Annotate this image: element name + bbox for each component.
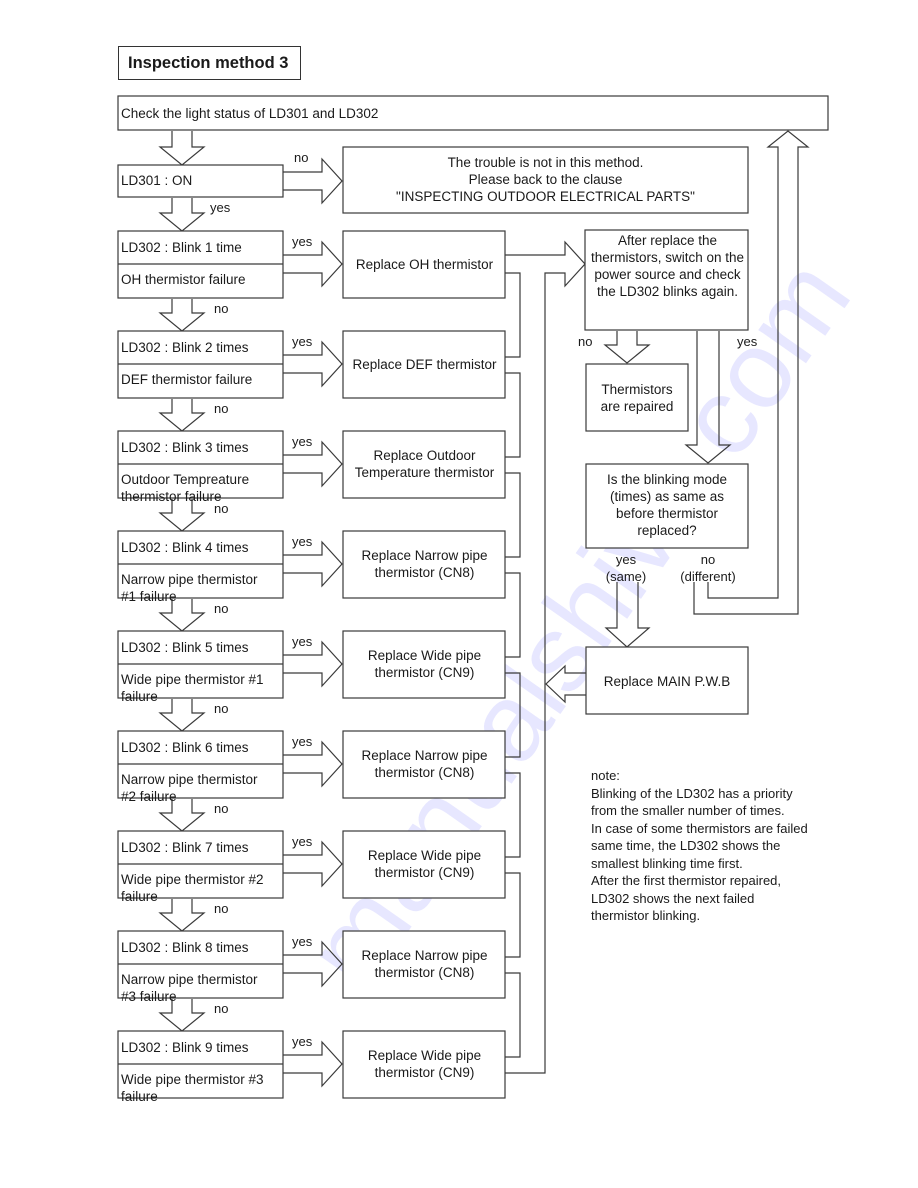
step-condition: LD302 : Blink 5 times — [121, 640, 249, 655]
step-failure: OH thermistor failure — [121, 272, 246, 287]
down-arrow-icon — [158, 198, 206, 232]
step-condition: LD302 : Blink 2 times — [121, 340, 249, 355]
step-yes-label: yes — [292, 934, 313, 949]
note-line: Blinking of the LD302 has a priority — [591, 785, 793, 801]
step-no-label: no — [214, 701, 229, 716]
step-failure: Wide pipe thermistor #1 failure — [121, 672, 264, 704]
chain-connector — [505, 972, 521, 1058]
step-yes-label: yes — [292, 334, 313, 349]
right-arrow-icon — [283, 157, 343, 205]
no-arrow-icon — [158, 399, 206, 432]
note-line: thermistor blinking. — [591, 908, 701, 923]
step-action: Replace Wide pipe thermistor (CN9) — [367, 1048, 482, 1080]
step-action: Replace Narrow pipe thermistor (CN8) — [361, 948, 488, 980]
step-yes-label: yes — [292, 1034, 313, 1049]
step-yes-label: yes — [292, 834, 313, 849]
step-condition: LD302 : Blink 3 times — [121, 440, 249, 455]
step-condition: LD302 : Blink 8 times — [121, 940, 249, 955]
step-condition: LD302 : Blink 6 times — [121, 740, 249, 755]
replace-main-box-text: Replace MAIN P.W.B — [603, 674, 731, 689]
step-yes-label: yes — [292, 434, 313, 449]
step-condition: LD302 : Blink 1 time — [121, 240, 242, 255]
step-failure: Wide pipe thermistor #2 failure — [121, 872, 264, 904]
note-line: In case of some thermistors are failed — [591, 820, 808, 836]
step-condition: LD302 : Blink 9 times — [121, 1040, 249, 1055]
note-text: note: Blinking of the LD302 has a priorit… — [591, 767, 836, 925]
step-yes-label: yes — [292, 234, 313, 249]
step-condition: LD302 : Blink 4 times — [121, 540, 249, 555]
step-failure: Narrow pipe thermistor #1 failure — [121, 572, 258, 604]
step-no-label: no — [214, 501, 229, 516]
chain-connector — [505, 572, 521, 658]
step-no-label: no — [214, 301, 229, 316]
step-no-label: no — [214, 901, 229, 916]
after-replace-box-text: After replace the thermistors, switch on… — [590, 233, 745, 299]
same-arrow-icon — [604, 582, 651, 648]
flowchart-page: manualshive.com Inspection method 3 Chec… — [0, 0, 918, 1188]
chain-connector — [505, 872, 521, 958]
step-action: Replace Wide pipe thermistor (CN9) — [367, 648, 482, 680]
no-arrow-icon — [158, 299, 206, 332]
step-action: Replace DEF thermistor — [352, 357, 497, 372]
start-box-text: Check the light status of LD301 and LD30… — [121, 106, 379, 121]
not-in-method-box-text: The trouble is not in this method. Pleas… — [396, 155, 695, 204]
step-failure: Outdoor Tempreature thermistor failure — [121, 472, 250, 504]
no-arrow-icon — [603, 331, 651, 364]
step-failure: DEF thermistor failure — [121, 372, 253, 387]
ld301-yes-label: yes — [210, 200, 231, 215]
step-condition: LD302 : Blink 7 times — [121, 840, 249, 855]
note-line: same time, the LD302 shows the — [591, 838, 781, 853]
note-line: After the first thermistor repaired, — [591, 873, 782, 888]
step-yes-label: yes — [292, 634, 313, 649]
step-no-label: no — [214, 401, 229, 416]
step-no-label: no — [214, 801, 229, 816]
note-line: from the smaller number of times. — [591, 803, 785, 818]
step-action: Replace Wide pipe thermistor (CN9) — [367, 848, 482, 880]
question-yes-label: yes (same) — [605, 552, 647, 584]
question-no-label: no (different) — [680, 552, 736, 584]
step-no-label: no — [214, 1001, 229, 1016]
ld301-condition: LD301 : ON — [121, 173, 193, 188]
after-yes-label: yes — [737, 334, 758, 349]
note-line: LD302 shows the next failed — [591, 890, 755, 906]
step-action: Replace Narrow pipe thermistor (CN8) — [361, 548, 488, 580]
question-box-text: Is the blinking mode (times) as same as … — [606, 472, 728, 538]
step-action: Replace Outdoor Temperature thermistor — [354, 448, 495, 480]
ld301-no-label: no — [294, 150, 309, 165]
step-yes-label: yes — [292, 534, 313, 549]
step-failure: Wide pipe thermistor #3 failure — [121, 1072, 264, 1104]
step-no-label: no — [214, 601, 229, 616]
after-no-label: no — [578, 334, 593, 349]
chain-connector — [505, 472, 521, 558]
yes-arrow-icon — [684, 331, 732, 464]
step-action: Replace OH thermistor — [355, 257, 494, 272]
step-failure: Narrow pipe thermistor #3 failure — [121, 972, 258, 1004]
step-yes-label: yes — [292, 734, 313, 749]
repaired-box-text: Thermistors are repaired — [600, 382, 674, 414]
page-title: Inspection method 3 — [118, 46, 301, 80]
left-arrow-icon — [545, 664, 586, 704]
chain-connector — [505, 272, 521, 358]
note-line: smallest blinking time first. — [591, 855, 743, 871]
down-arrow-icon — [158, 131, 206, 166]
chain-connector — [505, 672, 521, 758]
chain-connector — [505, 372, 521, 458]
note-heading: note: — [591, 768, 620, 783]
step-action: Replace Narrow pipe thermistor (CN8) — [361, 748, 488, 780]
step-failure: Narrow pipe thermistor #2 failure — [121, 772, 258, 804]
chain-connector — [505, 772, 521, 858]
